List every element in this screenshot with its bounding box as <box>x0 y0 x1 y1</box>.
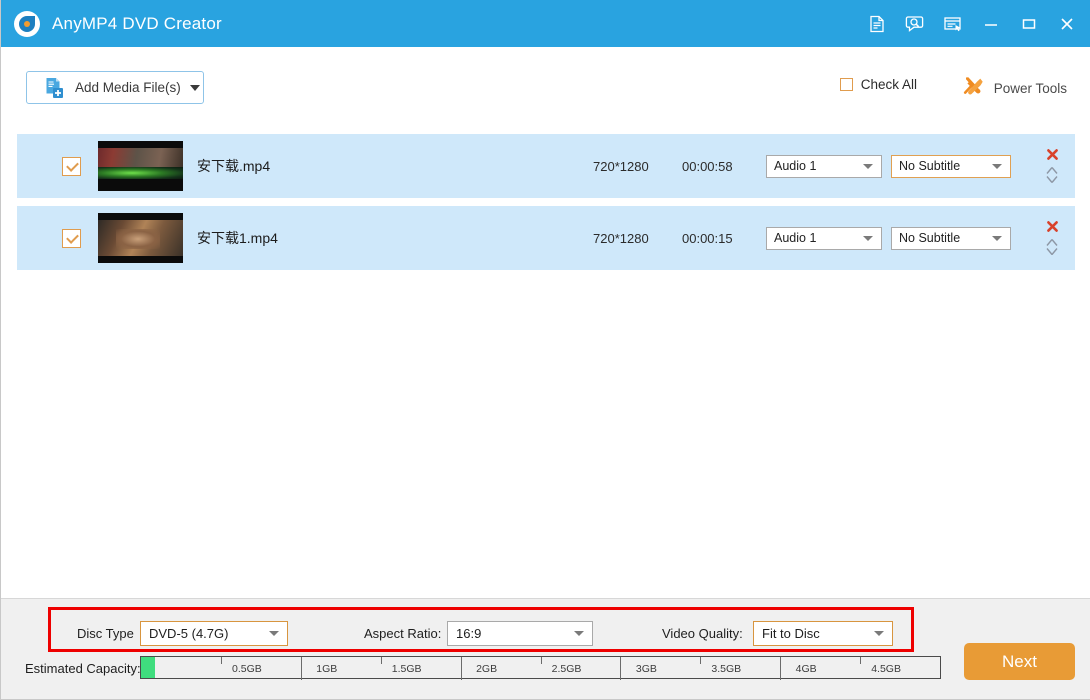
subtitle-select[interactable]: No Subtitle <box>891 154 1011 178</box>
capacity-tick-label: 0.5GB <box>232 663 262 675</box>
capacity-tick-label: 4.5GB <box>871 663 901 675</box>
table-row[interactable]: 安下载1.mp4 720*1280 00:00:15 Audio 1 No Su… <box>17 206 1075 270</box>
capacity-bar: 0.5GB 1GB 1.5GB 2GB 2.5GB 3GB 3.5GB 4GB 4.5GB <box>140 656 941 680</box>
chevron-down-icon[interactable] <box>189 84 200 91</box>
capacity-tick-label: 1.5GB <box>391 663 422 675</box>
chevron-down-icon[interactable] <box>269 631 279 636</box>
row-checkbox[interactable] <box>62 156 81 176</box>
add-media-button[interactable]: Add Media File(s) <box>26 71 204 104</box>
minimize-icon[interactable] <box>981 14 1001 34</box>
capacity-label: Estimated Capacity: <box>25 661 141 676</box>
aspect-ratio-label: Aspect Ratio: <box>364 626 442 641</box>
subtitle-select[interactable]: No Subtitle <box>891 226 1011 250</box>
audio-track-select[interactable]: Audio 1 <box>766 154 882 178</box>
menu-icon[interactable] <box>943 14 963 34</box>
row-actions <box>1045 148 1059 185</box>
chevron-down-icon[interactable] <box>863 163 873 169</box>
next-button[interactable]: Next <box>964 643 1075 680</box>
app-title: AnyMP4 DVD Creator <box>52 13 222 33</box>
title-bar: AnyMP4 DVD Creator <box>1 0 1090 47</box>
chevron-down-icon[interactable] <box>574 631 584 636</box>
capacity-tick <box>460 657 462 680</box>
capacity-tick-label: 3.5GB <box>711 663 742 675</box>
check-all-label: Check All <box>860 77 917 92</box>
capacity-tick-label: 2.5GB <box>551 663 582 675</box>
chevron-down-icon[interactable] <box>992 235 1002 241</box>
video-thumbnail <box>98 141 183 191</box>
file-name: 安下载.mp4 <box>197 158 271 174</box>
window-controls <box>867 14 1077 34</box>
aspect-ratio-value: 16:9 <box>456 626 482 641</box>
subtitle-value: No Subtitle <box>899 231 961 245</box>
maximize-icon[interactable] <box>1019 14 1039 34</box>
feedback-icon[interactable] <box>905 14 925 34</box>
sort-updown-icon[interactable] <box>1045 165 1059 185</box>
app-window: AnyMP4 DVD Creator Add Media File(s) Che… <box>0 0 1090 700</box>
sort-updown-icon[interactable] <box>1045 237 1059 257</box>
capacity-tick <box>780 657 782 680</box>
disc-type-label: Disc Type <box>77 626 134 641</box>
subtitle-value: No Subtitle <box>899 159 961 173</box>
table-row[interactable]: 安下载.mp4 720*1280 00:00:58 Audio 1 No Sub… <box>17 134 1075 198</box>
check-all-checkbox[interactable] <box>839 78 853 91</box>
capacity-tick <box>380 657 382 664</box>
capacity-tick-label: 3GB <box>635 663 657 675</box>
file-duration: 00:00:58 <box>682 158 733 174</box>
tools-icon <box>962 75 984 102</box>
power-tools-button[interactable]: Power Tools <box>962 75 1067 102</box>
capacity-tick-label: 2GB <box>476 663 498 675</box>
capacity-tick <box>700 657 702 664</box>
audio-track-select[interactable]: Audio 1 <box>766 226 882 250</box>
toolbar: Add Media File(s) Check All Power Tools <box>1 47 1090 132</box>
next-button-label: Next <box>1002 651 1037 671</box>
capacity-tick <box>540 657 542 664</box>
aspect-ratio-select[interactable]: 16:9 <box>447 621 593 646</box>
video-quality-label: Video Quality: <box>662 626 743 641</box>
row-checkbox[interactable] <box>62 228 81 248</box>
anymp4-logo-icon <box>14 10 40 37</box>
file-resolution: 720*1280 <box>593 158 649 174</box>
delete-row-icon[interactable] <box>1046 148 1059 161</box>
capacity-tick-label: 1GB <box>316 663 338 675</box>
video-thumbnail <box>98 213 183 263</box>
capacity-tick <box>860 657 862 664</box>
disc-type-value: DVD-5 (4.7G) <box>149 626 229 641</box>
video-quality-value: Fit to Disc <box>762 626 820 641</box>
capacity-tick-label: 4GB <box>795 663 817 675</box>
add-media-label: Add Media File(s) <box>75 80 181 95</box>
delete-row-icon[interactable] <box>1046 220 1059 233</box>
add-file-icon <box>45 77 65 99</box>
settings-panel: Disc Type DVD-5 (4.7G) Aspect Ratio: 16:… <box>1 598 1090 699</box>
row-actions <box>1045 220 1059 257</box>
capacity-tick <box>620 657 622 680</box>
chevron-down-icon[interactable] <box>874 631 884 636</box>
check-all-control[interactable]: Check All <box>839 77 917 92</box>
disc-type-select[interactable]: DVD-5 (4.7G) <box>140 621 288 646</box>
power-tools-label: Power Tools <box>993 81 1067 96</box>
capacity-fill <box>141 657 156 678</box>
video-quality-select[interactable]: Fit to Disc <box>753 621 893 646</box>
capacity-tick <box>220 657 222 664</box>
chevron-down-icon[interactable] <box>863 235 873 241</box>
audio-track-value: Audio 1 <box>774 231 817 245</box>
register-icon[interactable] <box>867 14 887 34</box>
file-duration: 00:00:15 <box>682 230 733 246</box>
chevron-down-icon[interactable] <box>992 163 1002 169</box>
close-icon[interactable] <box>1057 14 1077 34</box>
media-file-list: 安下载.mp4 720*1280 00:00:58 Audio 1 No Sub… <box>1 132 1090 598</box>
file-name: 安下载1.mp4 <box>197 230 278 246</box>
audio-track-value: Audio 1 <box>774 159 817 173</box>
file-resolution: 720*1280 <box>593 230 649 246</box>
capacity-tick <box>300 657 302 680</box>
